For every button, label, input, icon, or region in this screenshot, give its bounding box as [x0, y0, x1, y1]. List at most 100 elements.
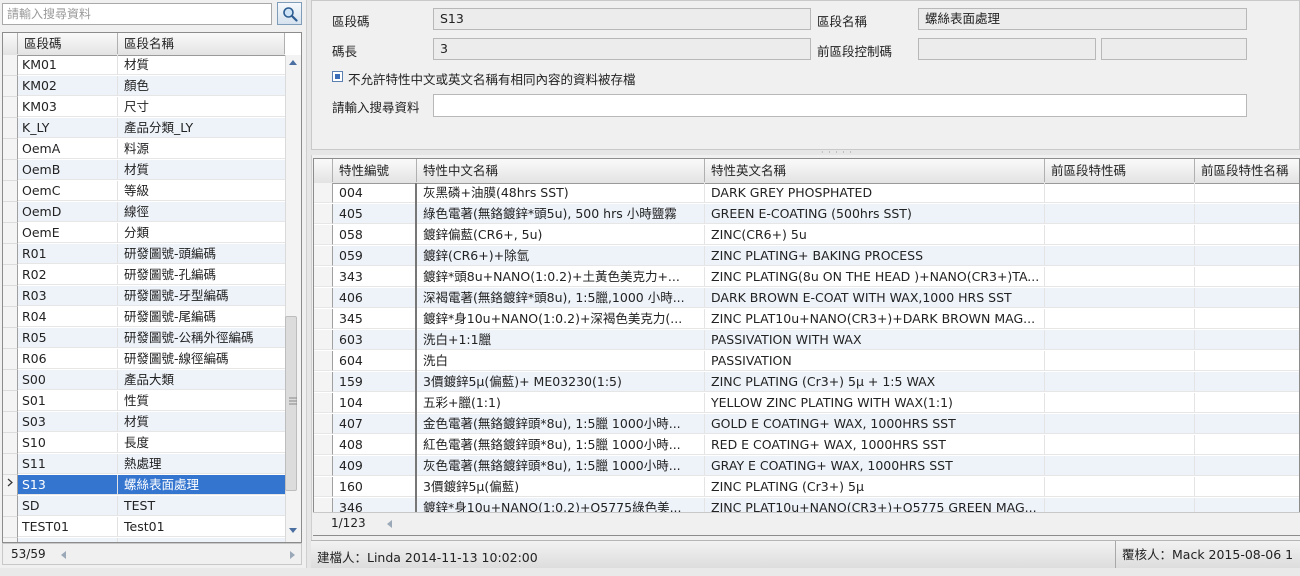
col-header-feature-id[interactable]: 特性編號	[333, 159, 417, 182]
segment-row[interactable]: R04 研發圖號-尾編碼	[3, 307, 285, 328]
segment-row[interactable]: SD TEST	[3, 496, 285, 517]
row-selector-cell[interactable]	[3, 160, 18, 181]
segment-row[interactable]: KM03 尺寸	[3, 97, 285, 118]
col-header-feature-en[interactable]: 特性英文名稱	[705, 159, 1045, 182]
feature-en-cell: RED E COATING+ WAX, 1000HRS SST	[705, 435, 1045, 455]
row-selector-cell[interactable]	[3, 370, 18, 391]
feature-row[interactable]: 159 3價鍍鋅5μ(偏藍)+ ME03230(1:5) ZINC PLATING …	[314, 372, 1299, 393]
row-selector-cell[interactable]	[3, 307, 18, 328]
row-selector-cell[interactable]	[3, 391, 18, 412]
segment-row[interactable]: OemA 料源	[3, 139, 285, 160]
left-search-input[interactable]: 請輸入搜尋資料	[2, 3, 272, 25]
segment-row[interactable]: OemE 分類	[3, 223, 285, 244]
feature-search-input[interactable]	[433, 94, 1247, 117]
feature-row[interactable]: 405 綠色電著(無鉻鍍鋅*頭5u), 500 hrs 小時鹽霧 GREEN E-C…	[314, 204, 1299, 225]
row-selector-cell[interactable]	[3, 223, 18, 244]
row-selector-cell[interactable]	[3, 496, 18, 517]
segment-row[interactable]: OemD 線徑	[3, 202, 285, 223]
feature-row[interactable]: 409 灰色電著(無鉻鍍鋅頭*8u), 1:5臘 1000小時... GRAY E …	[314, 456, 1299, 477]
row-selector-cell[interactable]	[3, 475, 18, 496]
segment-row[interactable]: S11 熱處理	[3, 454, 285, 475]
row-selector-cell[interactable]	[3, 349, 18, 370]
row-selector-cell[interactable]	[314, 435, 333, 455]
segment-row[interactable]: R02 研發圖號-孔編碼	[3, 265, 285, 286]
col-header-prev-feature-code[interactable]: 前區段特性碼	[1045, 159, 1195, 182]
row-selector-cell[interactable]	[3, 181, 18, 202]
row-selector-cell[interactable]	[3, 412, 18, 433]
col-header-segment-code[interactable]: 區段碼	[18, 33, 118, 54]
prev-segment-name-field[interactable]	[1101, 38, 1247, 60]
segment-row[interactable]: OemC 等級	[3, 181, 285, 202]
segment-row[interactable]: KM02 顏色	[3, 76, 285, 97]
row-selector-cell[interactable]	[3, 118, 18, 139]
segment-code-field[interactable]: S13	[433, 8, 811, 30]
feature-row[interactable]: 406 深褐電著(無鉻鍍鋅*頭8u), 1:5臘,1000 小時... DARK B…	[314, 288, 1299, 309]
scroll-right-arrow-icon[interactable]	[289, 550, 297, 560]
row-selector-cell[interactable]	[3, 433, 18, 454]
row-selector-cell[interactable]	[3, 97, 18, 118]
segment-row[interactable]: R06 研發圖號-線徑編碼	[3, 349, 285, 370]
col-header-feature-zh[interactable]: 特性中文名稱	[417, 159, 705, 182]
row-selector-cell[interactable]	[314, 183, 333, 203]
row-selector-cell[interactable]	[3, 328, 18, 349]
segment-row[interactable]: S01 性質	[3, 391, 285, 412]
feature-row[interactable]: 004 灰黑磷+油膜(48hrs SST) DARK GREY PHOSPHATED	[314, 183, 1299, 204]
row-selector-cell[interactable]	[314, 309, 333, 329]
feature-en-cell: ZINC PLAT10u+NANO(CR3+)+DARK BROWN MAG..…	[705, 309, 1045, 329]
feature-row[interactable]: 407 金色電著(無鉻鍍鋅頭*8u), 1:5臘 1000小時... GOLD E …	[314, 414, 1299, 435]
feature-row[interactable]: 343 鍍鋅*頭8u+NANO(1:0.2)+土黃色美克力+... ZINC PLA…	[314, 267, 1299, 288]
segment-row[interactable]: R01 研發圖號-頭編碼	[3, 244, 285, 265]
row-selector-cell[interactable]	[314, 414, 333, 434]
row-selector-cell[interactable]	[314, 288, 333, 308]
segment-row[interactable]: S03 材質	[3, 412, 285, 433]
row-selector-cell[interactable]	[3, 454, 18, 475]
row-selector-cell[interactable]	[3, 202, 18, 223]
segment-row[interactable]: S13 螺絲表面處理	[3, 475, 285, 496]
row-selector-cell[interactable]	[3, 286, 18, 307]
row-selector-cell[interactable]	[3, 244, 18, 265]
segment-row[interactable]: S00 產品大類	[3, 370, 285, 391]
row-selector-cell[interactable]	[3, 265, 18, 286]
row-selector-cell[interactable]	[314, 246, 333, 266]
feature-row[interactable]: 408 紅色電著(無鉻鍍鋅頭*8u), 1:5臘 1000小時... RED E C…	[314, 435, 1299, 456]
row-selector-cell[interactable]	[3, 55, 18, 76]
segment-row[interactable]: R03 研發圖號-牙型編碼	[3, 286, 285, 307]
feature-row[interactable]: 058 鍍鋅偏藍(CR6+, 5u) ZINC(CR6+) 5u	[314, 225, 1299, 246]
feature-row[interactable]: 604 洗白 PASSIVATION	[314, 351, 1299, 372]
feature-row[interactable]: 104 五彩+臘(1:1) YELLOW ZINC PLATING WITH WAX…	[314, 393, 1299, 414]
row-selector-cell[interactable]	[314, 330, 333, 350]
col-header-prev-feature-name[interactable]: 前區段特性名稱	[1195, 159, 1299, 182]
row-selector-cell[interactable]	[314, 477, 333, 497]
segment-row[interactable]: K_LY 產品分類_LY	[3, 118, 285, 139]
scroll-left-arrow-icon[interactable]	[59, 550, 67, 560]
row-selector-cell[interactable]	[314, 267, 333, 287]
feature-row[interactable]: 160 3價鍍鋅5μ(偏藍) ZINC PLATING (Cr3+) 5μ	[314, 477, 1299, 498]
row-selector-cell[interactable]	[3, 517, 18, 538]
segment-row[interactable]: S10 長度	[3, 433, 285, 454]
segment-row[interactable]: KM01 材質	[3, 55, 285, 76]
row-selector-cell[interactable]	[314, 372, 333, 392]
col-header-segment-name[interactable]: 區段名稱	[118, 33, 285, 54]
feature-row[interactable]: 059 鍍鋅(CR6+)+除氫 ZINC PLATING+ BAKING PROCE…	[314, 246, 1299, 267]
row-selector-cell[interactable]	[314, 204, 333, 224]
scroll-down-arrow-icon[interactable]	[288, 527, 298, 535]
segment-row[interactable]: R05 研發圖號-公稱外徑編碼	[3, 328, 285, 349]
scroll-left-arrow-icon[interactable]	[385, 519, 393, 529]
row-selector-cell[interactable]	[3, 76, 18, 97]
row-selector-cell[interactable]	[314, 351, 333, 371]
row-selector-cell[interactable]	[314, 456, 333, 476]
left-search-button[interactable]	[277, 2, 302, 25]
row-selector-cell[interactable]	[314, 393, 333, 413]
no-duplicate-name-checkbox[interactable]	[332, 71, 343, 82]
feature-row[interactable]: 345 鍍鋅*身10u+NANO(1:0.2)+深褐色美克力(... ZINC PL…	[314, 309, 1299, 330]
segment-row[interactable]: OemB 材質	[3, 160, 285, 181]
feature-row[interactable]: 603 洗白+1:1臘 PASSIVATION WITH WAX	[314, 330, 1299, 351]
segment-name-field[interactable]: 螺絲表面處理	[918, 8, 1247, 30]
scroll-up-arrow-icon[interactable]	[288, 58, 298, 66]
horizontal-splitter[interactable]: · · · · ·	[311, 149, 1300, 157]
row-selector-cell[interactable]	[3, 139, 18, 160]
code-length-field[interactable]: 3	[433, 38, 811, 60]
prev-segment-code-field[interactable]	[918, 38, 1096, 60]
segment-row[interactable]: TEST01 Test01	[3, 517, 285, 538]
row-selector-cell[interactable]	[314, 225, 333, 245]
